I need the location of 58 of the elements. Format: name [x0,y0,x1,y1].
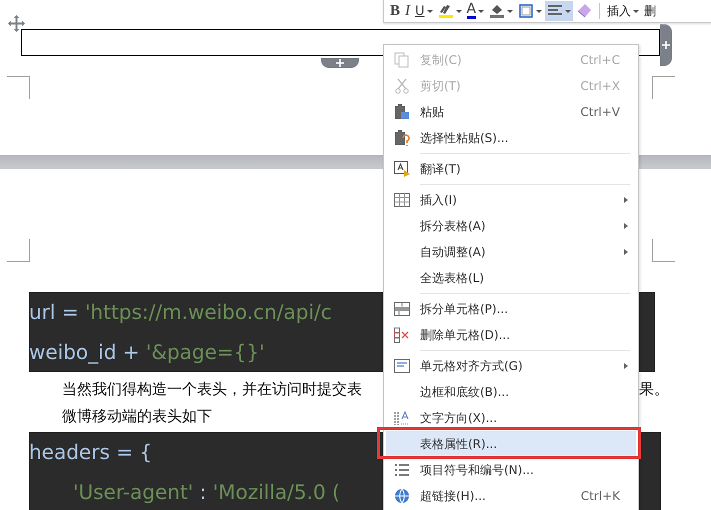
menu-item[interactable]: 插入(I) [386,187,636,213]
menu-item[interactable]: 翻译(T) [386,156,636,182]
menu-item[interactable]: 自动调整(A) [386,239,636,265]
menu-item[interactable]: 选择性粘贴(S)... [386,125,636,151]
toolbar-button[interactable]: 插入 [605,1,642,21]
copy-icon [394,52,410,68]
delete-cells-icon [394,327,410,343]
menu-item[interactable]: 粘贴 Ctrl+V [386,99,636,125]
menu-item[interactable]: 拆分单元格(P)... [386,296,636,322]
clipboard-icon [394,104,410,120]
code-text: 'User-agent' [73,480,194,504]
clipboard-question-icon [394,130,410,146]
paragraph-text: 当然我们得构造一个表头，并在访问时提交表 [62,380,362,398]
menu-item[interactable]: 删除单元格(D)... [386,322,636,348]
table-icon [394,192,410,208]
toolbar-button[interactable]: B [388,1,402,21]
plus-icon [336,59,344,67]
globe-icon [394,488,410,504]
eraser-icon [576,3,592,19]
menu-item[interactable]: 项目符号和编号(N)... [386,457,636,483]
toolbar-button[interactable]: 删 [642,1,658,21]
menu-item[interactable]: 单元格对齐方式(G) [386,353,636,379]
code-text: 'https://m.weibo.cn/api/c [84,300,332,324]
list-icon [394,462,410,478]
scissors-icon [394,78,410,94]
menu-item[interactable]: 超链接(H)... Ctrl+K [386,483,636,509]
add-row-handle[interactable] [321,58,359,68]
code-text: url = [29,300,80,324]
page-corner-mark [652,76,675,99]
code-text: 'Mozilla/5.0 ( [212,480,340,504]
translate-icon [394,161,410,177]
code-text: : [198,480,208,504]
paint-bucket-icon [489,3,506,19]
page-corner-mark [7,76,30,99]
text-direction-icon [394,410,410,426]
menu-item[interactable]: 边框和底纹(B)... [386,379,636,405]
border-icon [518,3,534,19]
code-text: '&page={}' [146,340,265,364]
move-handle-icon[interactable] [8,15,25,32]
menu-item[interactable]: 全选表格(L) [386,265,636,291]
menu-item[interactable]: 表格属性(R)... [386,431,636,457]
toolbar-button[interactable] [545,1,574,21]
toolbar-button[interactable]: U [413,1,435,21]
add-column-handle[interactable] [660,24,672,66]
code-text: weibo_id + [29,340,141,364]
plus-icon [662,41,670,49]
paragraph-text: 果。 [639,379,669,400]
menu-item[interactable]: 拆分表格(A) [386,213,636,239]
toolbar-button[interactable]: A [464,1,486,21]
paragraph-text: 微博移动端的表头如下 [62,407,212,425]
cell-align-icon [394,358,410,374]
page-corner-mark [7,239,30,262]
code-text: headers = { [29,440,152,464]
split-cells-icon [394,301,410,317]
toolbar-button[interactable]: I [403,1,412,21]
page-corner-mark [652,239,675,262]
menu-item[interactable]: 文字方向(X)... [386,405,636,431]
highlighter-icon [438,3,454,19]
